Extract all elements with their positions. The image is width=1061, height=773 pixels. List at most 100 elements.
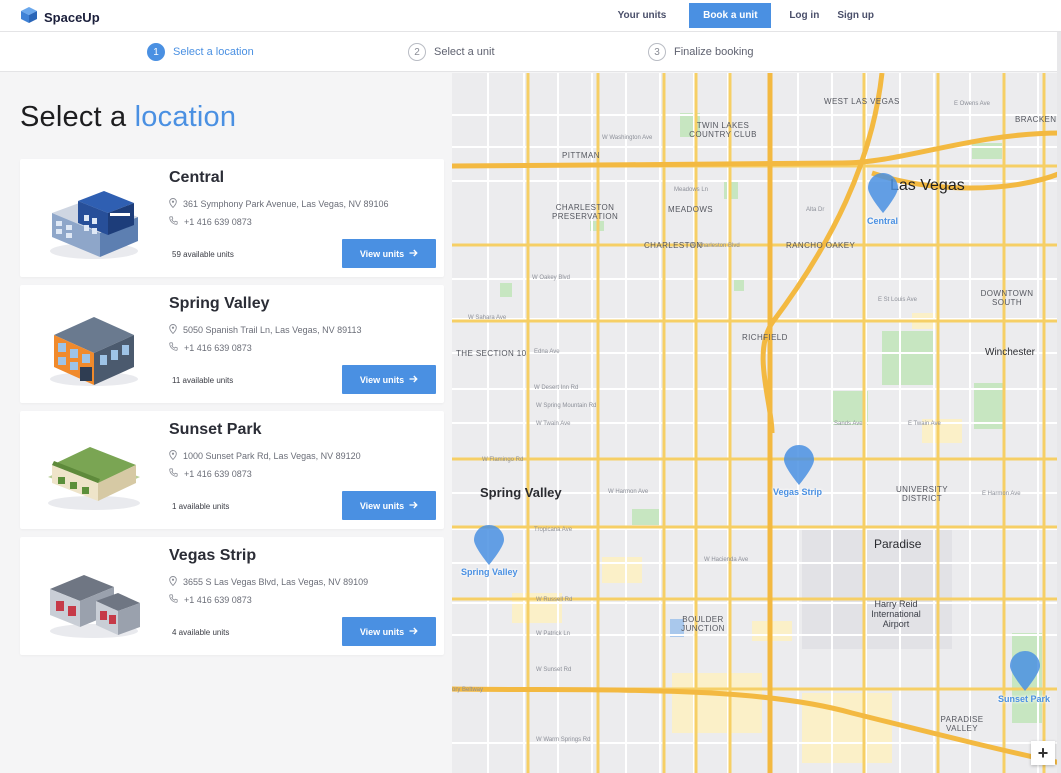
view-units-label: View units — [359, 626, 405, 637]
location-list-panel: Select a location Central 361 Symphony P… — [0, 73, 452, 773]
step-select-unit[interactable]: 2 Select a unit — [408, 43, 495, 61]
location-phone: +1 416 639 0873 — [184, 342, 252, 353]
zoom-in-button[interactable]: + — [1031, 741, 1055, 765]
booking-stepper: 1 Select a location 2 Select a unit 3 Fi… — [0, 32, 1061, 72]
login-link[interactable]: Log in — [780, 10, 828, 21]
place-winchester: Winchester — [985, 347, 1036, 358]
location-pin-icon — [169, 450, 177, 462]
location-card-central[interactable]: Central 361 Symphony Park Avenue, Las Ve… — [20, 159, 444, 277]
map-pin-central[interactable] — [868, 173, 898, 213]
map-marker-icon — [868, 173, 898, 213]
signup-link[interactable]: Sign up — [828, 10, 883, 21]
location-card-spring-valley[interactable]: Spring Valley 5050 Spanish Trail Ln, Las… — [20, 285, 444, 403]
map-view[interactable]: WEST LAS VEGAS TWIN LAKES COUNTRY CLUB P… — [452, 73, 1061, 773]
place-downtown-south: DOWNTOWN SOUTH — [980, 289, 1034, 307]
available-units: 1 available units — [172, 502, 230, 511]
location-name: Vegas Strip — [169, 547, 257, 564]
map-pin-label-spring-valley[interactable]: Spring Valley — [461, 567, 518, 577]
view-units-label: View units — [359, 374, 405, 385]
street-label: W Sunset Rd — [536, 667, 572, 673]
location-pin-icon — [169, 576, 177, 588]
place-meadows: MEADOWS — [668, 205, 714, 214]
cube-logo-icon — [20, 6, 38, 29]
place-paradise-valley: PARADISE VALLEY — [940, 715, 984, 733]
building-illustration — [44, 299, 144, 389]
street-label: E St Louis Ave — [878, 297, 917, 303]
phone-row: +1 416 639 0873 — [169, 216, 252, 227]
view-units-label: View units — [359, 500, 405, 511]
view-units-button[interactable]: View units — [342, 491, 436, 520]
place-boulder-junction: BOULDER JUNCTION — [681, 615, 725, 633]
location-pin-icon — [169, 324, 177, 336]
your-units-link[interactable]: Your units — [609, 10, 676, 21]
view-units-button[interactable]: View units — [342, 365, 436, 394]
building-illustration — [44, 425, 144, 515]
address-row: 1000 Sunset Park Rd, Las Vegas, NV 89120 — [169, 450, 361, 462]
street-label: W Oakey Blvd — [532, 275, 571, 281]
book-unit-button[interactable]: Book a unit — [689, 3, 772, 28]
step-number: 1 — [147, 43, 165, 61]
top-navigation-bar: SpaceUp Your units Book a unit Log in Si… — [0, 0, 1061, 32]
location-cards: Central 361 Symphony Park Avenue, Las Ve… — [20, 159, 444, 663]
location-card-sunset-park[interactable]: Sunset Park 1000 Sunset Park Rd, Las Veg… — [20, 411, 444, 529]
street-label: W Patrick Ln — [536, 631, 571, 637]
place-rancho-oakey: RANCHO OAKEY — [786, 241, 856, 250]
place-bracken: BRACKEN — [1015, 115, 1057, 124]
available-units: 59 available units — [172, 250, 234, 259]
place-richfield: RICHFIELD — [742, 333, 788, 342]
phone-row: +1 416 639 0873 — [169, 468, 252, 479]
place-paradise: Paradise — [874, 537, 922, 551]
location-phone: +1 416 639 0873 — [184, 216, 252, 227]
arrow-right-icon — [409, 627, 418, 637]
location-address: 5050 Spanish Trail Ln, Las Vegas, NV 891… — [183, 325, 362, 335]
location-card-vegas-strip[interactable]: Vegas Strip 3655 S Las Vegas Blvd, Las V… — [20, 537, 444, 655]
map-pin-vegas-strip[interactable] — [784, 445, 814, 485]
phone-row: +1 416 639 0873 — [169, 342, 252, 353]
place-charleston-preservation: CHARLESTON PRESERVATION — [552, 203, 619, 221]
street-label: E Owens Ave — [954, 101, 990, 107]
street-label: W Washington Ave — [602, 135, 653, 141]
title-accent: location — [134, 101, 237, 133]
address-row: 5050 Spanish Trail Ln, Las Vegas, NV 891… — [169, 324, 361, 336]
page-scrollbar[interactable] — [1057, 32, 1061, 773]
arrow-right-icon — [409, 375, 418, 385]
map-pin-spring-valley[interactable] — [474, 525, 504, 565]
street-label: E Twain Ave — [908, 421, 941, 427]
street-label: W Desert Inn Rd — [534, 385, 579, 391]
view-units-button[interactable]: View units — [342, 617, 436, 646]
location-name: Central — [169, 169, 225, 186]
step-select-location[interactable]: 1 Select a location — [147, 43, 254, 61]
location-address: 361 Symphony Park Avenue, Las Vegas, NV … — [183, 199, 389, 209]
step-label: Select a location — [173, 46, 254, 58]
arrow-right-icon — [409, 249, 418, 259]
building-illustration — [44, 173, 144, 263]
street-label: Alta Dr — [806, 207, 825, 213]
step-finalize-booking[interactable]: 3 Finalize booking — [648, 43, 754, 61]
street-label: Meadows Ln — [674, 187, 709, 193]
main-nav: Your units Book a unit Log in Sign up — [609, 3, 883, 28]
logo[interactable]: SpaceUp — [20, 6, 100, 29]
street-label: E Harmon Ave — [982, 491, 1021, 497]
map-marker-icon — [474, 525, 504, 565]
map-pin-label-vegas-strip[interactable]: Vegas Strip — [773, 487, 822, 497]
place-spring-valley: Spring Valley — [480, 485, 562, 500]
app-name: SpaceUp — [44, 10, 100, 25]
place-las-vegas: Las Vegas — [890, 177, 965, 194]
map-pin-label-central[interactable]: Central — [867, 216, 898, 226]
location-address: 3655 S Las Vegas Blvd, Las Vegas, NV 891… — [183, 577, 369, 587]
view-units-label: View units — [359, 248, 405, 259]
map-pin-label-sunset-park[interactable]: Sunset Park — [998, 694, 1050, 704]
page-title: Select a location — [20, 101, 236, 134]
street-label: Edna Ave — [534, 349, 560, 355]
place-pittman: PITTMAN — [562, 151, 600, 160]
available-units: 4 available units — [172, 628, 230, 637]
map-pin-sunset-park[interactable] — [1010, 651, 1040, 691]
phone-icon — [169, 342, 178, 353]
view-units-button[interactable]: View units — [342, 239, 436, 268]
location-phone: +1 416 639 0873 — [184, 594, 252, 605]
phone-icon — [169, 594, 178, 605]
street-label: Sands Ave — [834, 421, 863, 427]
map-marker-icon — [1010, 651, 1040, 691]
place-west-las-vegas: WEST LAS VEGAS — [824, 97, 900, 106]
street-label: W Sahara Ave — [468, 315, 507, 321]
